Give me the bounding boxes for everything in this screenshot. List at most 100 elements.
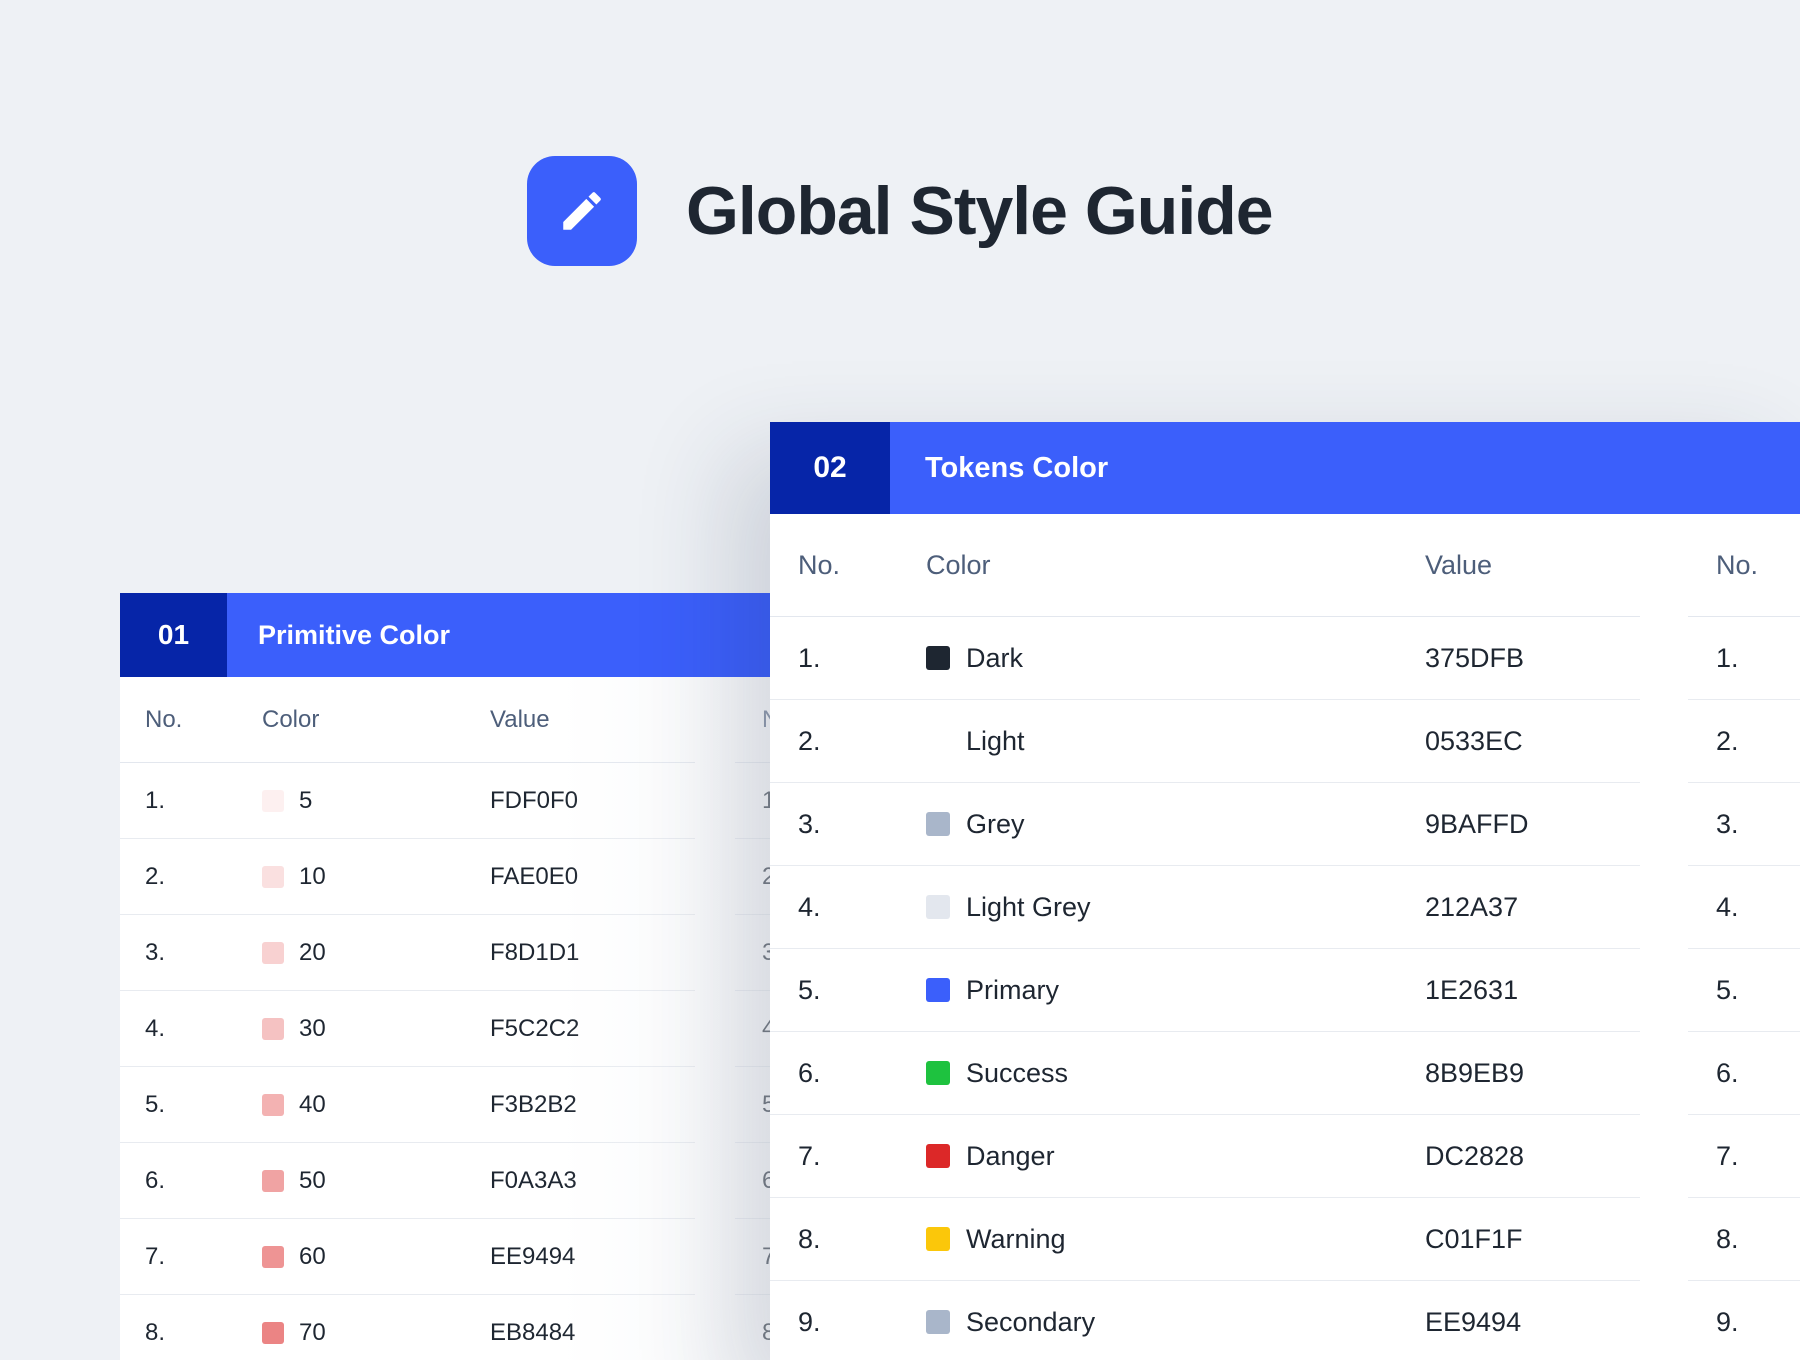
table-row: 1. Dark 375DFB bbox=[770, 617, 1640, 700]
table-row: 4. bbox=[1688, 866, 1800, 949]
primitive-table: No. Color Value 1. 5 FDF0F0 2. 10 FAE0E0 3. 20 F… bbox=[120, 677, 695, 1360]
table-row: 2. bbox=[1688, 700, 1800, 783]
table-row: 7. bbox=[1688, 1115, 1800, 1198]
color-cell: Light Grey bbox=[926, 866, 1091, 948]
column-header-no: No. bbox=[798, 549, 841, 580]
row-number: 7. bbox=[145, 1242, 166, 1270]
color-cell: Grey bbox=[926, 783, 1025, 865]
color-name: Dark bbox=[966, 642, 1024, 673]
row-number: 5. bbox=[798, 974, 821, 1005]
color-value: F8D1D1 bbox=[490, 938, 580, 966]
color-cell: 30 bbox=[262, 991, 326, 1066]
table-row: 7. 60 EE9494 bbox=[120, 1219, 695, 1295]
color-cell: Danger bbox=[926, 1115, 1055, 1197]
style-guide-canvas: Global Style Guide 01 Primitive Color No… bbox=[0, 0, 1800, 1360]
table-row: 9. Secondary EE9494 bbox=[770, 1281, 1640, 1360]
color-swatch bbox=[262, 865, 284, 888]
row-number: 9. bbox=[798, 1306, 821, 1337]
table-row: 8. Warning C01F1F bbox=[770, 1198, 1640, 1281]
color-value: EE9494 bbox=[490, 1242, 576, 1270]
color-value: F5C2C2 bbox=[490, 1014, 580, 1042]
table-row: 2. Light 0533EC bbox=[770, 700, 1640, 783]
color-name: Secondary bbox=[966, 1306, 1096, 1337]
color-value: 212A37 bbox=[1425, 891, 1519, 922]
column-header-color: Color bbox=[926, 549, 991, 580]
column-header-color: Color bbox=[262, 705, 320, 733]
color-cell: 5 bbox=[262, 763, 312, 838]
table-row: 8. 70 EB8484 bbox=[120, 1295, 695, 1360]
row-number: 8. bbox=[798, 1223, 821, 1254]
row-number: 7. bbox=[798, 1140, 821, 1171]
row-number: 1. bbox=[145, 786, 166, 814]
color-name: 60 bbox=[299, 1242, 326, 1270]
color-name: 5 bbox=[299, 786, 313, 814]
color-name: Light Grey bbox=[966, 891, 1091, 922]
row-number: 5. bbox=[145, 1090, 166, 1118]
table-row: 5. 40 F3B2B2 bbox=[120, 1067, 695, 1143]
color-name: 30 bbox=[299, 1014, 326, 1042]
color-swatch bbox=[926, 1144, 950, 1168]
color-cell: Light bbox=[926, 700, 1025, 782]
color-value: FAE0E0 bbox=[490, 862, 579, 890]
table-row: 4. Light Grey 212A37 bbox=[770, 866, 1640, 949]
column-header-no: No. bbox=[1716, 549, 1759, 580]
color-swatch bbox=[926, 978, 950, 1002]
color-swatch bbox=[926, 1061, 950, 1085]
row-number: 5. bbox=[1716, 974, 1739, 1005]
color-swatch bbox=[926, 1227, 950, 1251]
row-number: 1. bbox=[798, 642, 821, 673]
pencil-icon-glyph bbox=[563, 192, 601, 230]
color-swatch bbox=[262, 941, 284, 964]
column-header-no: No. bbox=[145, 705, 183, 733]
color-swatch bbox=[262, 1245, 284, 1268]
color-name: Primary bbox=[966, 974, 1059, 1005]
color-cell: 10 bbox=[262, 839, 326, 914]
color-name: 70 bbox=[299, 1318, 326, 1346]
primitive-card-header: 01 Primitive Color bbox=[120, 593, 820, 677]
pencil-icon bbox=[527, 156, 637, 266]
row-number: 3. bbox=[145, 938, 166, 966]
table-row: 7. Danger DC2828 bbox=[770, 1115, 1640, 1198]
color-value: FDF0F0 bbox=[490, 786, 579, 814]
color-name: Light bbox=[966, 725, 1025, 756]
color-swatch bbox=[926, 812, 950, 836]
color-value: C01F1F bbox=[1425, 1223, 1523, 1254]
primitive-section-title: Primitive Color bbox=[258, 619, 451, 650]
color-name: 10 bbox=[299, 862, 326, 890]
table-row: 5. bbox=[1688, 949, 1800, 1032]
color-swatch bbox=[262, 1093, 284, 1116]
row-number: 6. bbox=[798, 1057, 821, 1088]
color-value: 0533EC bbox=[1425, 725, 1523, 756]
color-name: Grey bbox=[966, 808, 1025, 839]
color-value: 1E2631 bbox=[1425, 974, 1519, 1005]
table-row: 3. Grey 9BAFFD bbox=[770, 783, 1640, 866]
table-row: 3. bbox=[1688, 783, 1800, 866]
color-name: Danger bbox=[966, 1140, 1055, 1171]
row-number: 6. bbox=[1716, 1057, 1739, 1088]
column-header-value: Value bbox=[1425, 549, 1493, 580]
tokens-table: No. Color Value 1. Dark 375DFB 2. Light 0533E… bbox=[770, 514, 1640, 1360]
table-header-row: No. bbox=[1688, 514, 1800, 617]
table-row: 9. bbox=[1688, 1281, 1800, 1360]
row-number: 2. bbox=[1716, 725, 1739, 756]
primitive-section-number: 01 bbox=[120, 593, 227, 677]
row-number: 7. bbox=[1716, 1140, 1739, 1171]
color-cell: 40 bbox=[262, 1067, 326, 1142]
table-row: 2. 10 FAE0E0 bbox=[120, 839, 695, 915]
color-swatch bbox=[926, 895, 950, 919]
color-name: 20 bbox=[299, 938, 326, 966]
color-cell: Secondary bbox=[926, 1281, 1095, 1360]
row-number: 2. bbox=[145, 862, 166, 890]
table-row: 6. Success 8B9EB9 bbox=[770, 1032, 1640, 1115]
table-header-row: No. Color Value bbox=[120, 677, 695, 763]
table-row: 3. 20 F8D1D1 bbox=[120, 915, 695, 991]
primitive-color-card: 01 Primitive Color No. Color Value 1. 5 FD… bbox=[120, 593, 820, 1360]
table-row: 6. 50 F0A3A3 bbox=[120, 1143, 695, 1219]
row-number: 2. bbox=[798, 725, 821, 756]
table-row: 6. bbox=[1688, 1032, 1800, 1115]
row-number: 4. bbox=[1716, 891, 1739, 922]
color-swatch bbox=[926, 729, 950, 753]
color-value: EE9494 bbox=[1425, 1306, 1522, 1337]
color-value: 375DFB bbox=[1425, 642, 1525, 673]
color-swatch bbox=[262, 1017, 284, 1040]
